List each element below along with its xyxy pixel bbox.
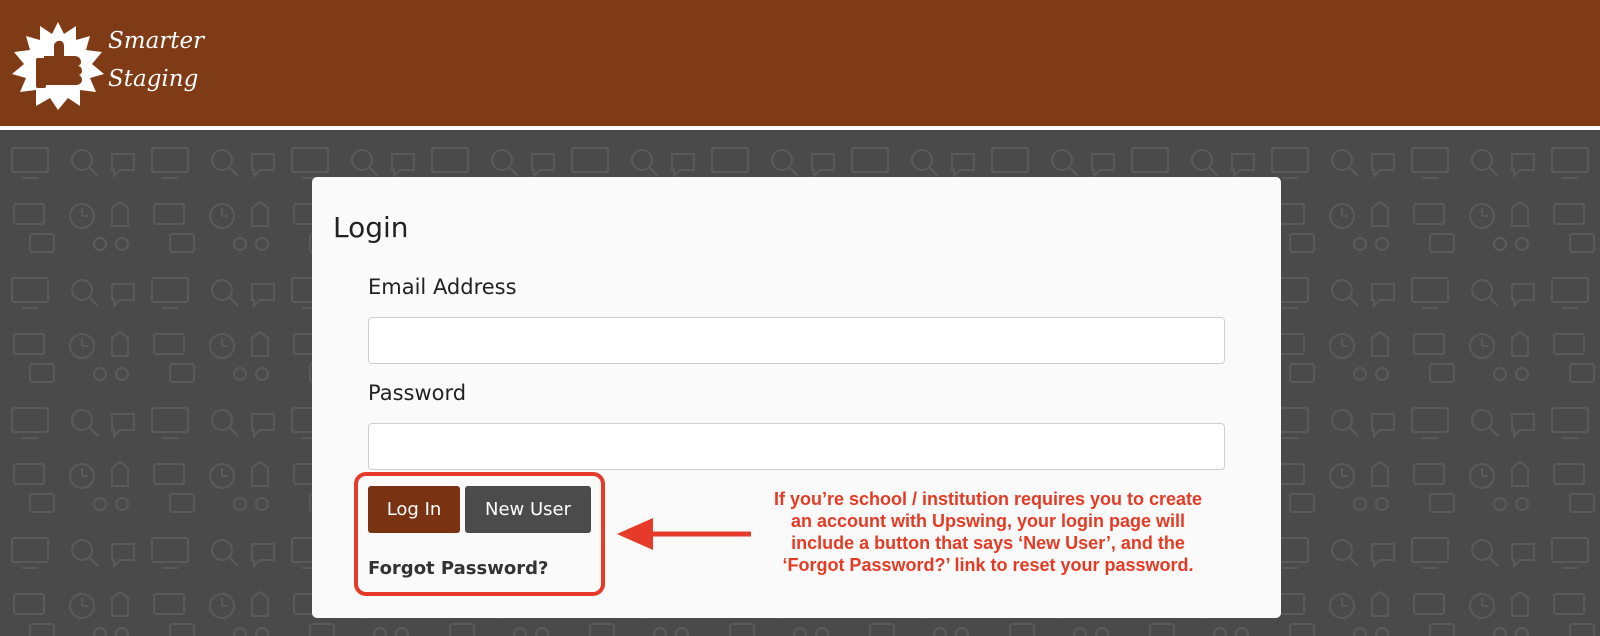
email-field[interactable] (368, 317, 1225, 364)
password-label: Password (368, 381, 467, 405)
page-title: Login (333, 211, 409, 244)
annotation-line-3: include a button that says ‘New User’, a… (791, 533, 1185, 553)
site-header: Smarter Staging (0, 0, 1600, 130)
annotation-line-2: an account with Upswing, your login page… (790, 511, 1186, 531)
annotation-line-1: If you’re school / institution requires … (773, 489, 1203, 509)
forgot-password-link[interactable]: Forgot Password? (368, 558, 548, 579)
email-label: Email Address (368, 275, 517, 299)
annotation-arrow-icon (617, 518, 751, 550)
password-field[interactable] (368, 423, 1225, 470)
brand-line-2: Staging (108, 66, 199, 92)
new-user-button[interactable]: New User (465, 486, 591, 533)
annotation-line-4: ‘Forgot Password?’ link to reset your pa… (782, 555, 1194, 575)
thumbs-up-logo-icon (12, 22, 104, 110)
brand-name: Smarter Staging (108, 22, 204, 98)
login-button[interactable]: Log In (368, 486, 460, 533)
brand-line-1: Smarter (108, 28, 205, 54)
annotation-text: If you’re school / institution requires … (738, 488, 1238, 576)
